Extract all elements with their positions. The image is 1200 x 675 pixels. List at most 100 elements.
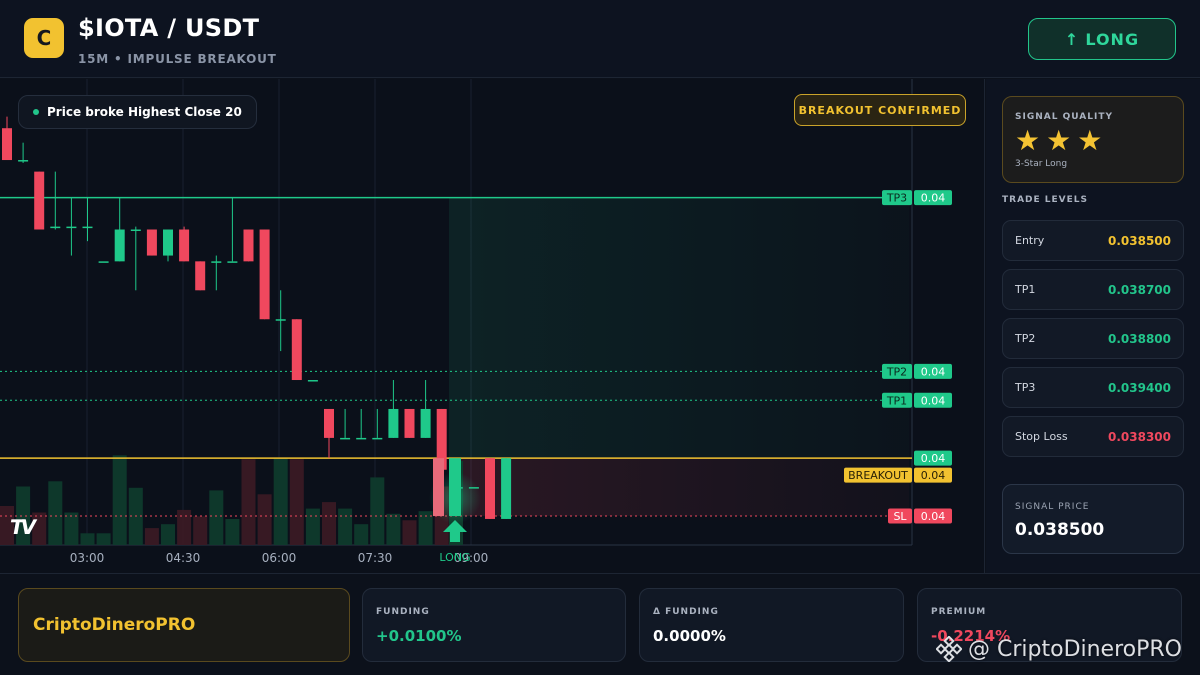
volume-bar [209,490,224,545]
funding-label: FUNDING [376,607,430,617]
volume-bar [225,519,240,545]
watermark: @ CriptoDineroPRO [936,636,1182,662]
x-tick-label: 03:00 [70,551,105,565]
price-tag-value: 0.04 [921,469,946,482]
candle-body [114,229,125,262]
signal-panel: SIGNAL QUALITY ★ ★ ★ 3-Star Long TRADE L… [986,79,1200,573]
app-logo: C [24,18,64,58]
candlestick-chart[interactable]: 03:00 04:30 06:00 07:30 09:00LONGTP3 0.04TP2 0… [0,79,985,573]
long-marker-label: LONG [439,551,470,564]
candle-body [2,128,12,161]
stop-loss-zone [449,458,909,517]
price-tag-name: TP3 [886,192,907,205]
price-tag-value: 0.04 [921,510,946,523]
breakout-hint-text: Price broke Highest Close 20 [47,105,242,119]
price-tag-value: 0.04 [921,365,946,378]
star-rating: ★ ★ ★ [1015,125,1102,157]
trade-levels-title: TRADE LEVELS [1002,195,1088,205]
candle-body [340,437,351,440]
delta-funding-card: Δ FUNDING 0.0000% [639,588,904,662]
candle-body [82,226,93,229]
header-bar: C $IOTA / USDT 15M • IMPULSE BREAKOUT ↑ … [0,0,1200,78]
funding-value: +0.0100% [376,627,462,645]
candle-body [501,458,512,519]
level-value: 0.038800 [1107,331,1171,346]
volume-bar [338,508,353,545]
premium-label: PREMIUM [931,607,987,617]
level-row-stop-loss: Stop Loss 0.038300 [1002,416,1184,457]
long-button-label: LONG [1085,29,1140,49]
candle-body [98,261,109,263]
breakout-hint-pill: Price broke Highest Close 20 [18,95,257,129]
volume-bar [241,459,256,545]
signal-price-value: 0.038500 [1015,520,1105,540]
volume-bar [354,524,369,545]
level-row-tp2: TP2 0.038800 [1002,318,1184,359]
candle-body [66,226,77,229]
candle-body [243,229,254,262]
volume-bar [112,455,127,545]
x-tick-label: 07:30 [358,551,393,565]
level-label: Entry [1015,234,1045,247]
candle-body [179,229,190,262]
volume-bar [144,528,159,545]
volume-bar [273,457,288,545]
volume-bar [64,512,79,545]
price-chart-area[interactable]: 03:00 04:30 06:00 07:30 09:00 LONG TP3 0.04 TP2 0… [0,79,985,573]
candle-body [485,458,495,519]
volume-bar [402,520,417,545]
status-dot-icon [33,109,39,115]
delta-funding-label: Δ FUNDING [653,607,719,617]
price-tag-value: 0.04 [921,394,946,407]
candle-body [163,229,173,256]
long-button[interactable]: ↑ LONG [1028,18,1176,60]
signal-quality-title: SIGNAL QUALITY [1015,112,1113,122]
star-icon: ★ [1077,124,1103,157]
brand-card: CriptoDineroPRO [18,588,350,662]
timeframe-subtitle: 15M • IMPULSE BREAKOUT [78,52,277,66]
candle-body [291,319,302,381]
volume-bar [193,516,208,545]
pair-title: $IOTA / USDT [78,14,260,42]
x-tick-label: 04:30 [166,551,201,565]
volume-bar [386,513,401,545]
price-tag-name: BREAKOUT [848,469,908,482]
level-label: Stop Loss [1015,430,1068,443]
volume-bar [322,502,336,545]
candle-body [372,437,383,440]
volume-bar [289,459,304,545]
candle-body [50,226,61,229]
take-profit-zone [449,197,909,459]
price-tag-value: 0.04 [921,452,946,465]
x-tick-label: 06:00 [262,551,297,565]
breakout-confirmed-badge: BREAKOUT CONFIRMED [794,94,966,126]
candle-body [195,261,206,291]
level-row-tp1: TP1 0.038700 [1002,269,1184,310]
volume-bar [305,508,320,545]
volume-bar [257,494,272,545]
price-tag-name: TP1 [886,394,907,407]
level-row-tp3: TP3 0.039400 [1002,367,1184,408]
binance-icon [936,636,962,662]
price-tag-name: TP2 [886,365,907,378]
watermark-text: @ CriptoDineroPRO [968,636,1182,662]
volume-bar [370,477,385,545]
candle-body [130,229,141,232]
volume-bar [96,533,111,545]
signal-candle [449,458,461,517]
candle-body [388,408,399,438]
star-icon: ★ [1015,124,1041,157]
tradingview-logo: TV [7,515,36,539]
level-label: TP1 [1015,283,1036,296]
volume-bar [80,533,95,545]
volume-bar [177,509,192,545]
candle-body [146,229,157,256]
signal-quality-card: SIGNAL QUALITY ★ ★ ★ 3-Star Long [1002,96,1184,183]
level-value: 0.038300 [1107,429,1171,444]
candle-body [18,160,29,162]
signal-price-label: SIGNAL PRICE [1015,502,1090,512]
volume-bar [161,524,175,545]
price-tag-name: SL [893,510,907,523]
brand-name: CriptoDineroPRO [33,615,196,635]
candle-body [404,408,415,438]
